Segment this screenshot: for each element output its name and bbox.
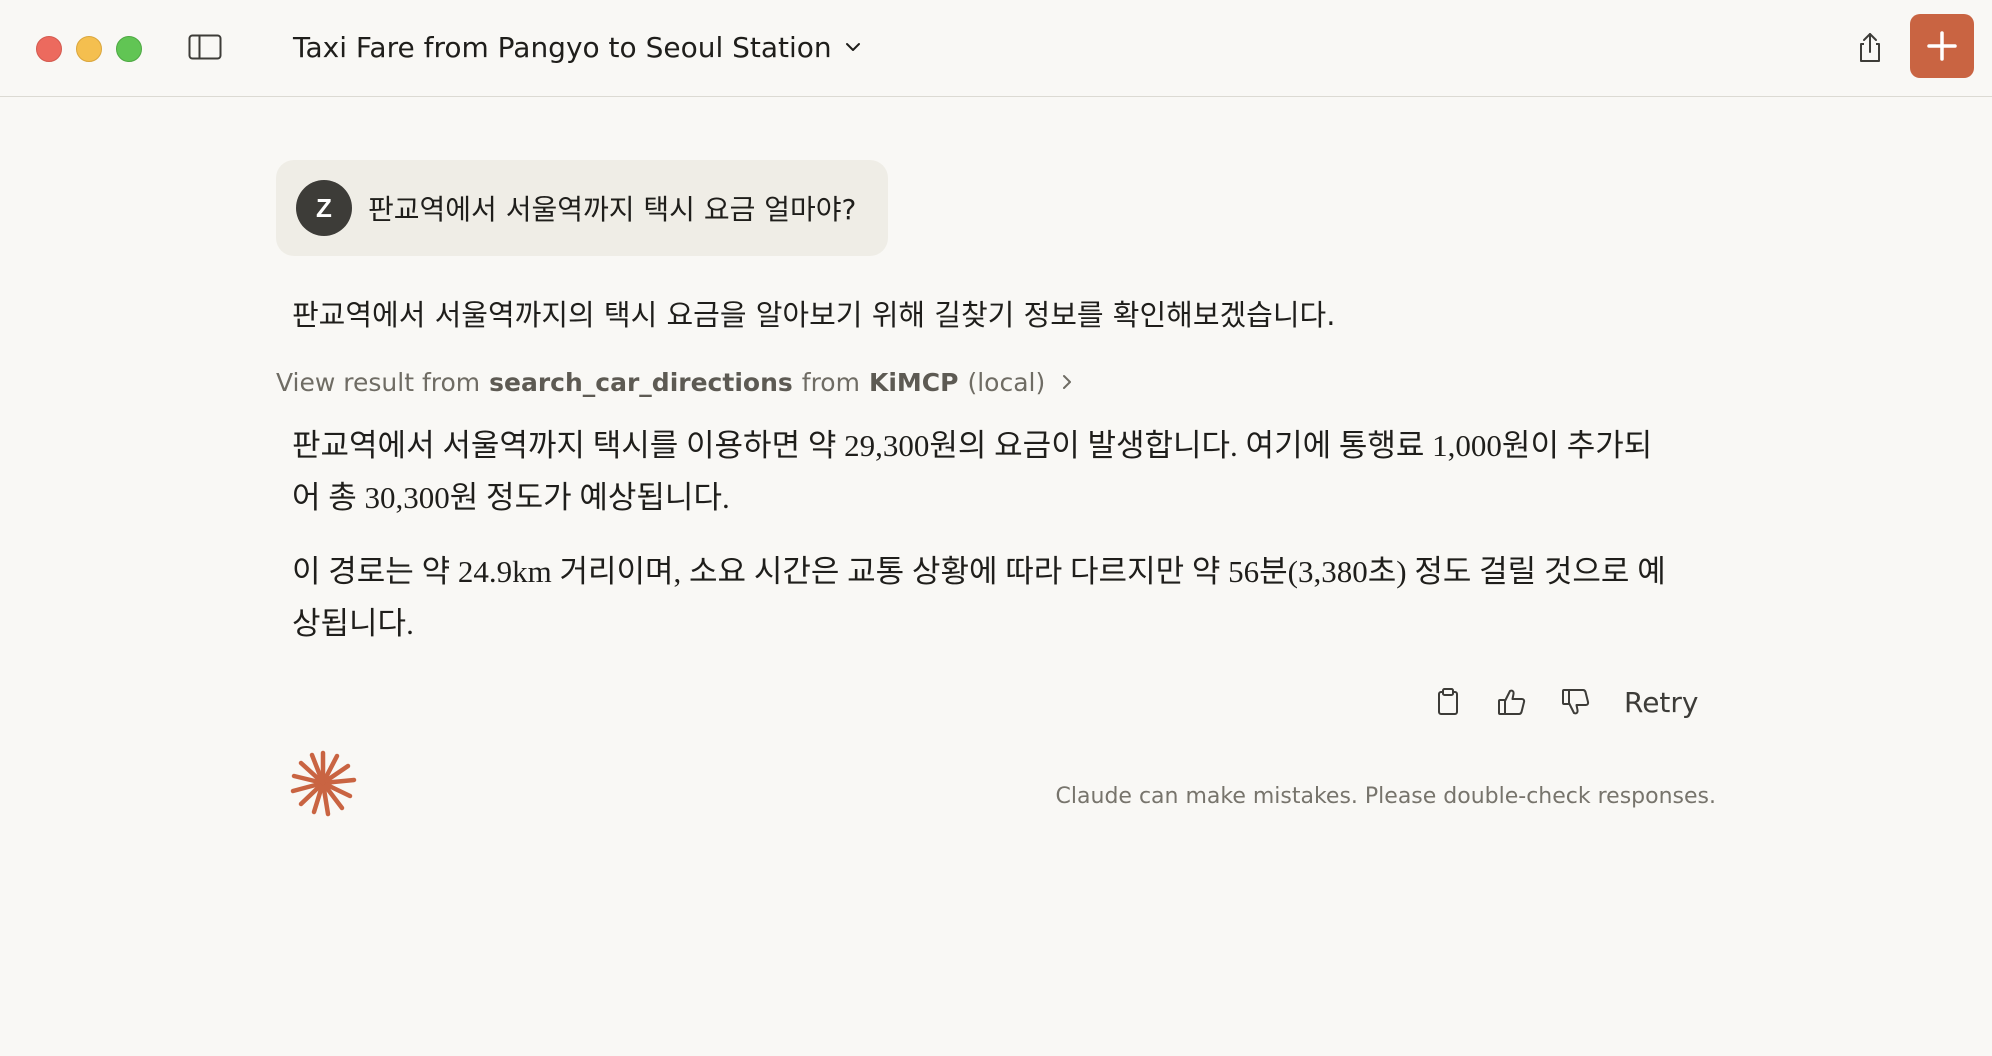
user-message-text: 판교역에서 서울역까지 택시 요금 얼마야? — [368, 193, 857, 226]
avatar: Z — [296, 180, 352, 236]
chat-title: Taxi Fare from Pangyo to Seoul Station — [293, 30, 832, 64]
retry-button[interactable]: Retry — [1624, 680, 1698, 724]
share-icon[interactable] — [1850, 28, 1890, 68]
tool-name: search_car_directions — [489, 367, 793, 397]
plus-icon — [1927, 31, 1957, 61]
tool-result-suffix: (local) — [967, 367, 1046, 397]
window-minimize-button[interactable] — [76, 36, 102, 62]
title-bar: Taxi Fare from Pangyo to Seoul Station — [0, 0, 1992, 97]
chevron-right-icon — [1063, 375, 1072, 389]
chat-title-dropdown[interactable]: Taxi Fare from Pangyo to Seoul Station — [293, 26, 862, 68]
tool-result-middle: from — [801, 367, 860, 397]
chevron-down-icon — [845, 43, 860, 51]
tool-result-link[interactable]: View result from search_car_directions f… — [276, 362, 1075, 402]
user-message: Z 판교역에서 서울역까지 택시 요금 얼마야? — [276, 160, 888, 256]
answer-paragraph-2: 이 경로는 약 24.9km 거리이며, 소요 시간은 교통 상황에 따라 다르… — [292, 554, 1666, 641]
disclaimer-text: Claude can make mistakes. Please double-… — [1055, 784, 1716, 809]
answer-paragraph-1: 판교역에서 서울역까지 택시를 이용하면 약 29,300원의 요금이 발생합니… — [292, 428, 1653, 515]
clipboard-icon[interactable] — [1432, 686, 1464, 718]
window-close-button[interactable] — [36, 36, 62, 62]
thumbs-up-icon[interactable] — [1496, 686, 1528, 718]
new-chat-button[interactable] — [1910, 14, 1974, 78]
claude-logo-icon — [290, 750, 357, 817]
assistant-intro-text: 판교역에서 서울역까지의 택시 요금을 알아보기 위해 길찾기 정보를 확인해보… — [292, 298, 1336, 332]
sidebar-icon[interactable] — [188, 34, 222, 60]
thumbs-down-icon[interactable] — [1560, 686, 1592, 718]
server-name: KiMCP — [868, 367, 959, 397]
window-zoom-button[interactable] — [116, 36, 142, 62]
tool-result-prefix: View result from — [276, 367, 481, 397]
